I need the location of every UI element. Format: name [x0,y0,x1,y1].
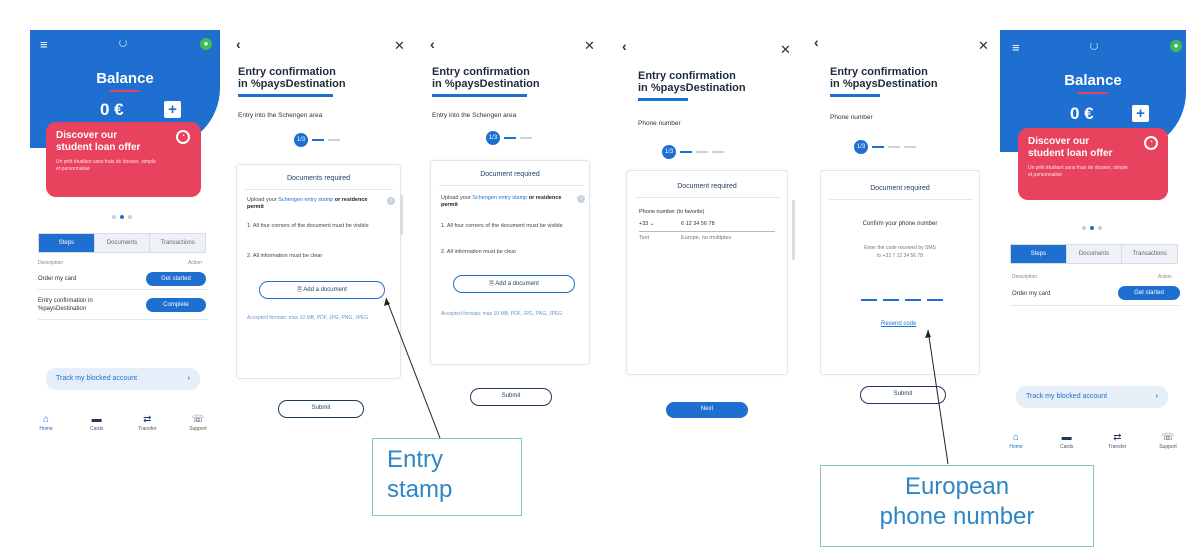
european-phone-arrow [927,329,949,465]
annotation-european-phone: European phone number [820,465,1094,547]
annotation-entry-stamp: Entry stamp [372,438,522,516]
storyboard: ≡ ● Balance 0 € + Discover our student l… [0,0,1192,557]
entry-stamp-arrow [385,297,441,439]
